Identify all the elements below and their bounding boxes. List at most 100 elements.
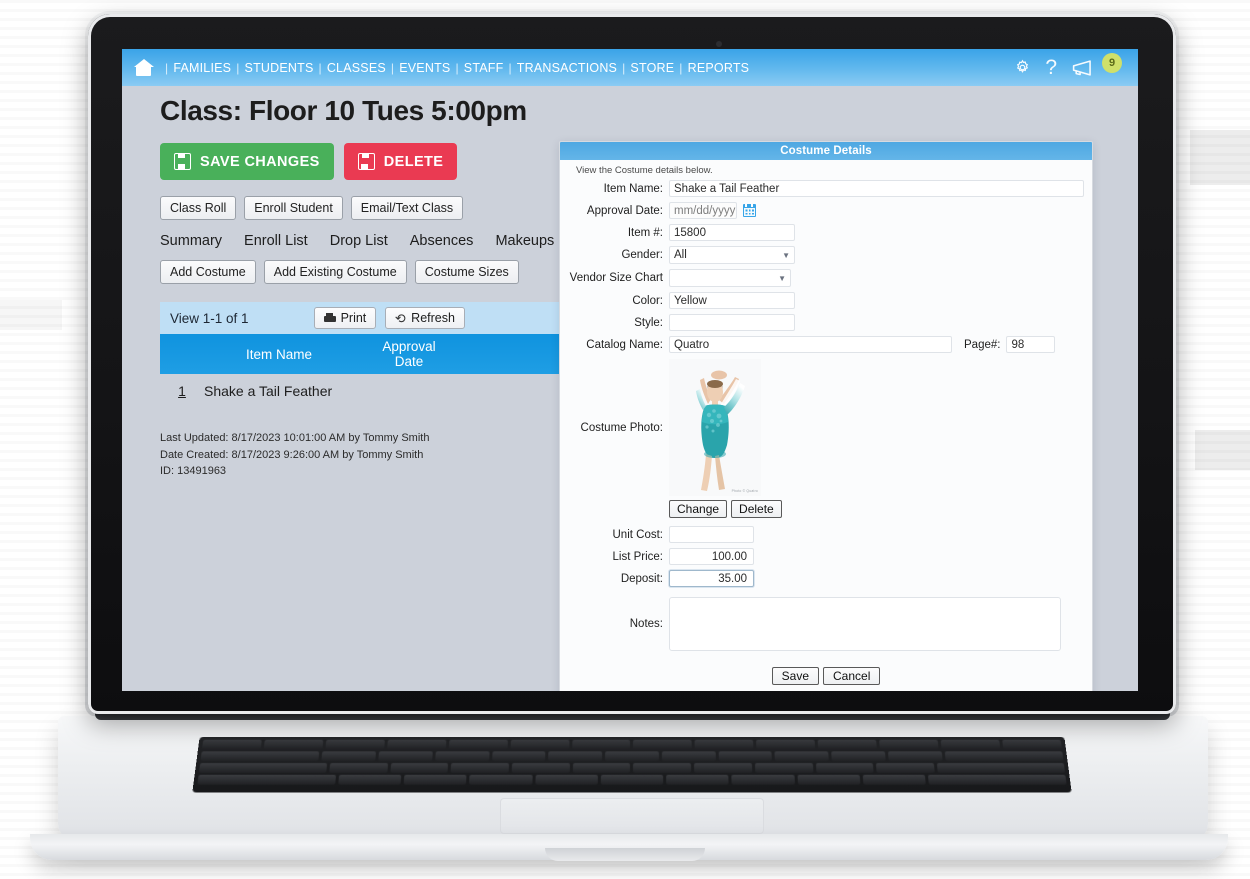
calendar-icon[interactable]	[743, 204, 756, 217]
nav-item-store[interactable]: STORE	[630, 61, 674, 75]
page-number-group: Page#: 98	[964, 336, 1056, 353]
nav-item-reports[interactable]: REPORTS	[688, 61, 750, 75]
delete-floppy-icon	[357, 153, 375, 171]
page-body: Class: Floor 10 Tues 5:00pm SAVE CHANGES…	[122, 86, 1138, 691]
table-row[interactable]: 1 Shake a Tail Feather	[160, 374, 580, 408]
grid-header-row: Item Name Approval Date	[160, 334, 580, 375]
modal-cancel-button[interactable]: Cancel	[823, 667, 881, 685]
grid-record-count: View 1-1 of 1	[170, 310, 249, 326]
photo-action-buttons: Change Delete	[669, 500, 1084, 518]
item-name-input[interactable]: Shake a Tail Feather	[669, 180, 1084, 197]
laptop-front-notch	[545, 848, 705, 861]
tab-drop-list[interactable]: Drop List	[330, 233, 388, 249]
nav-item-staff[interactable]: STAFF	[464, 61, 504, 75]
home-icon[interactable]	[134, 58, 154, 77]
gender-select[interactable]: All ▼	[669, 246, 795, 264]
enroll-student-button[interactable]: Enroll Student	[244, 196, 343, 221]
deposit-label: Deposit:	[620, 572, 663, 585]
costume-sizes-button[interactable]: Costume Sizes	[414, 260, 519, 285]
nav-item-classes[interactable]: CLASSES	[327, 61, 386, 75]
printer-icon	[323, 312, 336, 324]
grid-header-approval-line2: Date	[394, 354, 424, 370]
modal-subtitle: View the Costume details below.	[576, 165, 713, 176]
color-input[interactable]: Yellow	[669, 292, 795, 309]
row-item-name: Shake a Tail Feather	[204, 383, 333, 400]
modal-save-button[interactable]: Save	[771, 667, 819, 685]
chevron-down-icon: ▼	[782, 250, 790, 260]
gender-value: All	[674, 249, 687, 261]
notes-textarea[interactable]	[669, 597, 1061, 651]
nav-separator: |	[455, 60, 459, 75]
nav-separator: |	[318, 60, 322, 75]
class-action-buttons: Class Roll Enroll Student Email/Text Cla…	[160, 196, 580, 221]
help-icon[interactable]: ?	[1045, 57, 1057, 78]
catalog-name-input[interactable]: Quatro	[669, 336, 952, 353]
field-row-item-number: Item #: 15800	[568, 224, 1084, 241]
gear-icon[interactable]	[1014, 59, 1031, 76]
tab-makeups[interactable]: Makeups	[495, 233, 554, 249]
left-column: Class: Floor 10 Tues 5:00pm SAVE CHANGES…	[160, 95, 580, 480]
add-costume-button[interactable]: Add Costume	[160, 260, 256, 285]
field-row-approval-date: Approval Date: mm/dd/yyyy	[568, 202, 1084, 219]
save-changes-button[interactable]: SAVE CHANGES	[160, 143, 334, 181]
record-metadata: Last Updated: 8/17/2023 10:01:00 AM by T…	[160, 430, 580, 480]
list-price-label: List Price:	[612, 550, 664, 563]
notification-badge[interactable]: 9	[1102, 52, 1122, 73]
nav-item-students[interactable]: STUDENTS	[245, 61, 314, 75]
refresh-button[interactable]: ⟳ Refresh	[385, 307, 465, 330]
vendor-size-chart-select[interactable]: ▼	[669, 269, 791, 287]
save-changes-label: SAVE CHANGES	[200, 153, 320, 170]
webcam-icon	[716, 41, 722, 47]
tab-absences[interactable]: Absences	[410, 233, 474, 249]
modal-body: View the Costume details below. Item Nam…	[560, 160, 1092, 691]
item-name-label: Item Name:	[603, 182, 663, 195]
deposit-input[interactable]: 35.00	[669, 570, 754, 587]
grid-header-item-name[interactable]: Item Name	[204, 347, 354, 362]
style-input[interactable]	[669, 314, 795, 331]
top-navigation-bar: | FAMILIES | STUDENTS | CLASSES | EVENTS…	[122, 49, 1138, 86]
delete-label: DELETE	[383, 153, 444, 170]
item-number-input[interactable]: 15800	[669, 224, 795, 241]
tab-enroll-list[interactable]: Enroll List	[244, 233, 308, 249]
save-floppy-icon	[174, 153, 191, 171]
catalog-name-label: Catalog Name:	[586, 338, 663, 351]
photo-change-button[interactable]: Change	[669, 500, 728, 518]
photo-delete-button[interactable]: Delete	[731, 500, 782, 518]
email-text-class-button[interactable]: Email/Text Class	[350, 196, 464, 221]
costume-grid: View 1-1 of 1 Print ⟳ Refresh Item Name …	[160, 302, 580, 408]
modal-action-buttons: Save Cancel	[568, 667, 1084, 685]
style-label: Style:	[634, 316, 663, 329]
nav-item-transactions[interactable]: TRANSACTIONS	[517, 61, 617, 75]
unit-cost-label: Unit Cost:	[612, 528, 664, 541]
field-row-style: Style:	[568, 314, 1084, 331]
list-price-input[interactable]: 100.00	[669, 548, 754, 565]
nav-item-events[interactable]: EVENTS	[399, 61, 450, 75]
unit-cost-input[interactable]	[669, 526, 754, 543]
tab-summary[interactable]: Summary	[160, 233, 222, 249]
screenshot-stage: | FAMILIES | STUDENTS | CLASSES | EVENTS…	[0, 0, 1250, 879]
print-button[interactable]: Print	[313, 307, 377, 330]
primary-action-row: SAVE CHANGES DELETE	[160, 143, 580, 181]
class-roll-button[interactable]: Class Roll	[160, 196, 237, 221]
field-row-list-price: List Price: 100.00	[568, 548, 1084, 565]
refresh-label: Refresh	[411, 311, 455, 326]
approval-date-label: Approval Date:	[586, 204, 663, 217]
laptop-screen: | FAMILIES | STUDENTS | CLASSES | EVENTS…	[122, 49, 1138, 691]
delete-button[interactable]: DELETE	[343, 143, 458, 181]
nav-right-actions: ? 9	[1014, 52, 1128, 78]
field-row-color: Color: Yellow	[568, 292, 1084, 309]
megaphone-icon[interactable]	[1071, 59, 1097, 77]
nav-separator: |	[390, 60, 395, 75]
grid-header-approval-date[interactable]: Approval Date	[354, 339, 464, 370]
gender-label: Gender:	[621, 249, 663, 261]
page-number-input[interactable]: 98	[1006, 336, 1056, 353]
nav-item-families[interactable]: FAMILIES	[173, 61, 231, 75]
add-existing-costume-button[interactable]: Add Existing Costume	[263, 260, 407, 285]
laptop-device: | FAMILIES | STUDENTS | CLASSES | EVENTS…	[0, 0, 1250, 879]
photo-credit-text: Photo © Quatro	[731, 489, 758, 493]
field-row-vendor-size-chart: Vendor Size Chart ▼	[568, 269, 1084, 287]
approval-date-input[interactable]: mm/dd/yyyy	[669, 202, 737, 219]
page-title: Class: Floor 10 Tues 5:00pm	[160, 95, 527, 126]
row-number-link[interactable]: 1	[160, 383, 204, 399]
class-tabs: Summary Enroll List Drop List Absences M…	[160, 233, 580, 249]
